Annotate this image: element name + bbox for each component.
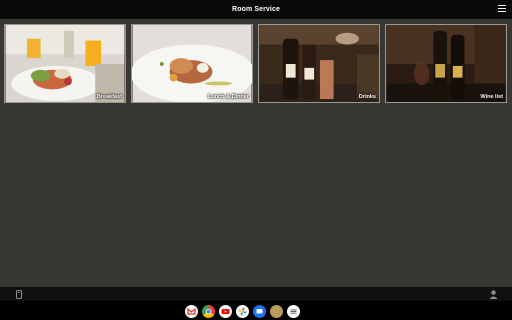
- wine-list-photo: [386, 25, 506, 102]
- messages-icon[interactable]: [253, 305, 266, 318]
- person-icon[interactable]: [489, 290, 498, 299]
- youtube-icon[interactable]: [219, 305, 232, 318]
- top-app-bar: Room Service: [0, 0, 512, 19]
- tile-label: Breakfast: [96, 94, 122, 100]
- lunch-dinner-photo: [132, 25, 252, 102]
- app-drawer-icon[interactable]: [287, 305, 300, 318]
- breakfast-photo: [5, 25, 125, 102]
- photos-icon[interactable]: [236, 305, 249, 318]
- phone-icon[interactable]: [16, 290, 22, 299]
- tile-breakfast[interactable]: Breakfast: [4, 24, 126, 103]
- bottom-bar: [0, 287, 512, 301]
- drinks-photo: [259, 25, 379, 102]
- tile-lunch-dinner[interactable]: Lunch & Dinner: [131, 24, 253, 103]
- menu-tiles: Breakfast Lunch & Dinner Drinks Wine lis…: [4, 24, 508, 104]
- chrome-icon[interactable]: [202, 305, 215, 318]
- page-title: Room Service: [232, 6, 280, 13]
- tile-wine-list[interactable]: Wine list: [385, 24, 507, 103]
- tile-label: Wine list: [480, 94, 503, 100]
- tile-label: Drinks: [358, 94, 376, 100]
- gold-app-icon[interactable]: [270, 305, 283, 318]
- tile-drinks[interactable]: Drinks: [258, 24, 380, 103]
- gmail-icon[interactable]: [185, 305, 198, 318]
- tile-label: Lunch & Dinner: [208, 94, 249, 100]
- hamburger-menu-icon[interactable]: [498, 5, 506, 13]
- app-dock: [0, 301, 512, 320]
